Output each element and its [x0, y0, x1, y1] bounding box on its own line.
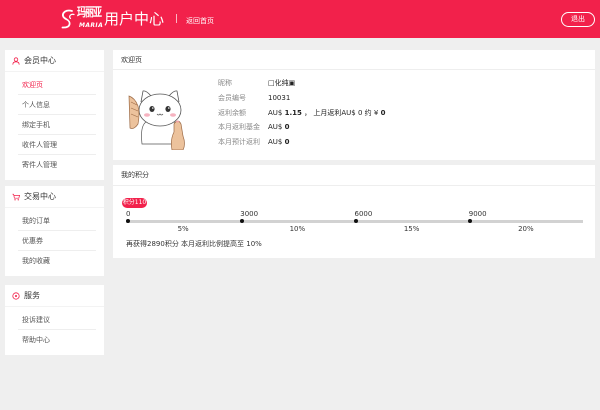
member-no-value: 10031: [268, 93, 291, 102]
member-no-row: 会员编号 10031: [218, 91, 385, 106]
rate-label: 20%: [518, 225, 534, 233]
milestone-dot: [354, 219, 358, 224]
header-divider: |: [175, 14, 179, 24]
approx-amount: 0: [380, 108, 386, 117]
logout-button[interactable]: 退出: [561, 12, 595, 27]
month-fund-label: 本月返利基金: [218, 123, 260, 132]
member-info: 昵称 □化纯▣ 会员编号 10031 返利余额 AU$ 1.15 ， 上月返利A…: [218, 76, 385, 150]
rebate-balance-value: AU$ 1.15 ， 上月返利AU$ 0 约 ¥ 0: [268, 106, 385, 121]
rate-label: 10%: [289, 225, 306, 233]
nickname-label: 昵称: [218, 79, 232, 87]
last-month-amount: 0: [357, 108, 363, 117]
sidebar-item-senders[interactable]: 寄件人管理: [18, 155, 96, 175]
points-card: 我的积分 积分110 0 3000 6000 9000 5% 10% 15% 2…: [113, 165, 595, 258]
points-progress-scale: 0 3000 6000 9000 5% 10% 15% 20%: [125, 209, 583, 235]
sidebar-item-welcome[interactable]: 欢迎页: [18, 75, 96, 95]
sidebar-section-title: 服务: [24, 291, 40, 300]
points-card-title: 我的积分: [113, 165, 595, 186]
rate-label: 15%: [403, 225, 420, 233]
month-estimate-currency: AU$: [268, 138, 283, 147]
month-estimate-value: AU$ 0: [268, 135, 289, 150]
rebate-balance-row: 返利余额 AU$ 1.15 ， 上月返利AU$ 0 约 ¥ 0: [218, 106, 385, 121]
sidebar-item-orders[interactable]: 我的订单: [18, 211, 96, 231]
sidebar-item-complaints[interactable]: 投诉建议: [18, 310, 96, 330]
top-header: 玛丽亚 MARIA 用户中心 | 返回首页 退出: [0, 0, 600, 38]
logo-text: 玛丽亚: [77, 7, 102, 20]
month-fund-row: 本月返利基金 AU$ 0: [218, 120, 385, 135]
rebate-amount: 1.15: [284, 108, 302, 117]
nickname-row: 昵称 □化纯▣: [218, 76, 385, 91]
rate-label: 5%: [177, 225, 189, 233]
sidebar-service: 服务 投诉建议 帮助中心: [5, 285, 104, 355]
page-title: 用户中心: [104, 10, 165, 28]
cat-avatar: [128, 74, 188, 150]
tick-label: 0: [126, 210, 131, 218]
sidebar-item-coupons[interactable]: 优惠券: [18, 231, 96, 251]
month-fund-value: AU$ 0: [268, 120, 289, 135]
swirl-logo-icon: [61, 9, 75, 29]
milestone-dot: [125, 219, 130, 224]
points-badge: 积分110: [122, 198, 147, 208]
sidebar-list: 我的订单 优惠券 我的收藏: [5, 211, 104, 271]
milestone-dot: [239, 219, 244, 224]
month-estimate-label: 本月预计返利: [218, 138, 260, 147]
nickname-value: □化纯▣: [268, 79, 296, 87]
month-estimate-amount: 0: [284, 138, 290, 147]
logo-subtext: MARIA: [79, 22, 104, 29]
rebate-balance-label: 返利余额: [218, 108, 246, 117]
sidebar-section-title: 交易中心: [24, 192, 56, 201]
tick-label: 9000: [468, 210, 487, 218]
sidebar-list: 欢迎页 个人信息 绑定手机 收件人管理 寄件人管理: [5, 75, 104, 175]
sidebar-item-help[interactable]: 帮助中心: [18, 330, 96, 350]
sidebar-trade-center: 交易中心 我的订单 优惠券 我的收藏: [5, 186, 104, 276]
sidebar-item-recipients[interactable]: 收件人管理: [18, 135, 96, 155]
points-note: 再获得2890积分 本月返利比例提高至 10%: [126, 240, 262, 248]
sidebar-section-title: 会员中心: [24, 56, 56, 65]
sidebar-member-center: 会员中心 欢迎页 个人信息 绑定手机 收件人管理 寄件人管理: [5, 50, 104, 180]
month-fund-currency: AU$: [268, 123, 283, 132]
milestone-dot: [468, 219, 473, 224]
welcome-card: 欢迎页 昵称 □化纯▣ 会员编号 10031 返利余额 AU$ 1.15 ， 上…: [113, 50, 595, 160]
tick-label: 6000: [354, 210, 373, 218]
tick-label: 3000: [240, 210, 259, 218]
month-estimate-row: 本月预计返利 AU$ 0: [218, 135, 385, 150]
last-month-text: ， 上月返利AU$: [304, 108, 356, 117]
month-fund-amount: 0: [284, 123, 290, 132]
sidebar-item-profile[interactable]: 个人信息: [18, 95, 96, 115]
cart-icon: [12, 193, 20, 201]
user-icon: [12, 56, 20, 65]
sidebar-list: 投诉建议 帮助中心: [5, 310, 104, 350]
sidebar-item-favorites[interactable]: 我的收藏: [18, 251, 96, 271]
back-home-link[interactable]: 返回首页: [186, 17, 214, 25]
sidebar-item-bind-phone[interactable]: 绑定手机: [18, 115, 96, 135]
sidebar-section-header: 服务: [5, 285, 104, 307]
sidebar-section-header: 会员中心: [5, 50, 104, 72]
approx-text: 约 ¥: [364, 108, 379, 117]
sidebar-section-header: 交易中心: [5, 186, 104, 208]
welcome-card-title: 欢迎页: [113, 50, 595, 70]
rebate-currency: AU$: [268, 108, 283, 117]
member-no-label: 会员编号: [218, 93, 246, 102]
service-icon: [12, 291, 20, 300]
